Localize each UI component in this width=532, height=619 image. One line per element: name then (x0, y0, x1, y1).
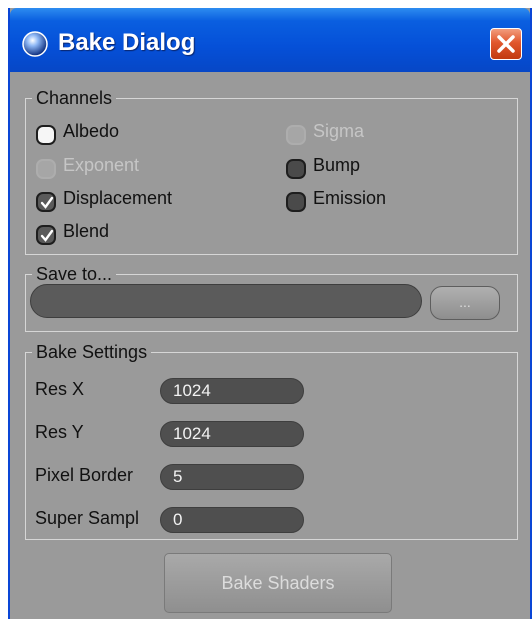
albedo-checkbox[interactable] (36, 125, 56, 145)
bump-checkbox[interactable] (286, 159, 306, 179)
pixel-border-label: Pixel Border (35, 465, 134, 485)
sigma-label[interactable]: Sigma (313, 121, 364, 142)
exponent-checkbox[interactable] (36, 159, 56, 179)
super-sampl-label: Super Sampl (35, 508, 140, 528)
exponent-label[interactable]: Exponent (63, 155, 139, 176)
browse-button[interactable]: ... (430, 286, 500, 320)
app-sphere-icon (22, 31, 48, 57)
super-sampl-field[interactable]: 0 (160, 507, 304, 533)
res-y-label: Res Y (35, 422, 84, 442)
bump-label[interactable]: Bump (313, 155, 360, 176)
title-bar[interactable]: Bake Dialog (10, 8, 530, 72)
sigma-checkbox[interactable] (286, 125, 306, 145)
bake-shaders-button[interactable]: Bake Shaders (164, 553, 392, 613)
emission-label[interactable]: Emission (313, 188, 386, 209)
save-path-field[interactable] (30, 284, 422, 318)
emission-checkbox[interactable] (286, 192, 306, 212)
displacement-checkbox[interactable] (36, 192, 56, 212)
window-title: Bake Dialog (58, 29, 196, 56)
displacement-label[interactable]: Displacement (63, 188, 172, 209)
blend-label[interactable]: Blend (63, 221, 109, 242)
checkmark-icon (40, 229, 54, 242)
albedo-label[interactable]: Albedo (63, 121, 119, 142)
bake-dialog-window: Bake Dialog Channels Albedo Sigma Expone… (8, 8, 532, 619)
res-y-field[interactable]: 1024 (160, 421, 304, 447)
pixel-border-field[interactable]: 5 (160, 464, 304, 490)
save-to-group-title: Save to... (32, 264, 117, 285)
close-button[interactable] (490, 28, 522, 60)
res-x-label: Res X (35, 379, 85, 399)
close-icon (497, 35, 515, 53)
blend-checkbox[interactable] (36, 225, 56, 245)
bake-settings-group-title: Bake Settings (32, 342, 152, 363)
channels-group-title: Channels (32, 88, 117, 109)
checkmark-icon (40, 196, 54, 209)
res-x-field[interactable]: 1024 (160, 378, 304, 404)
